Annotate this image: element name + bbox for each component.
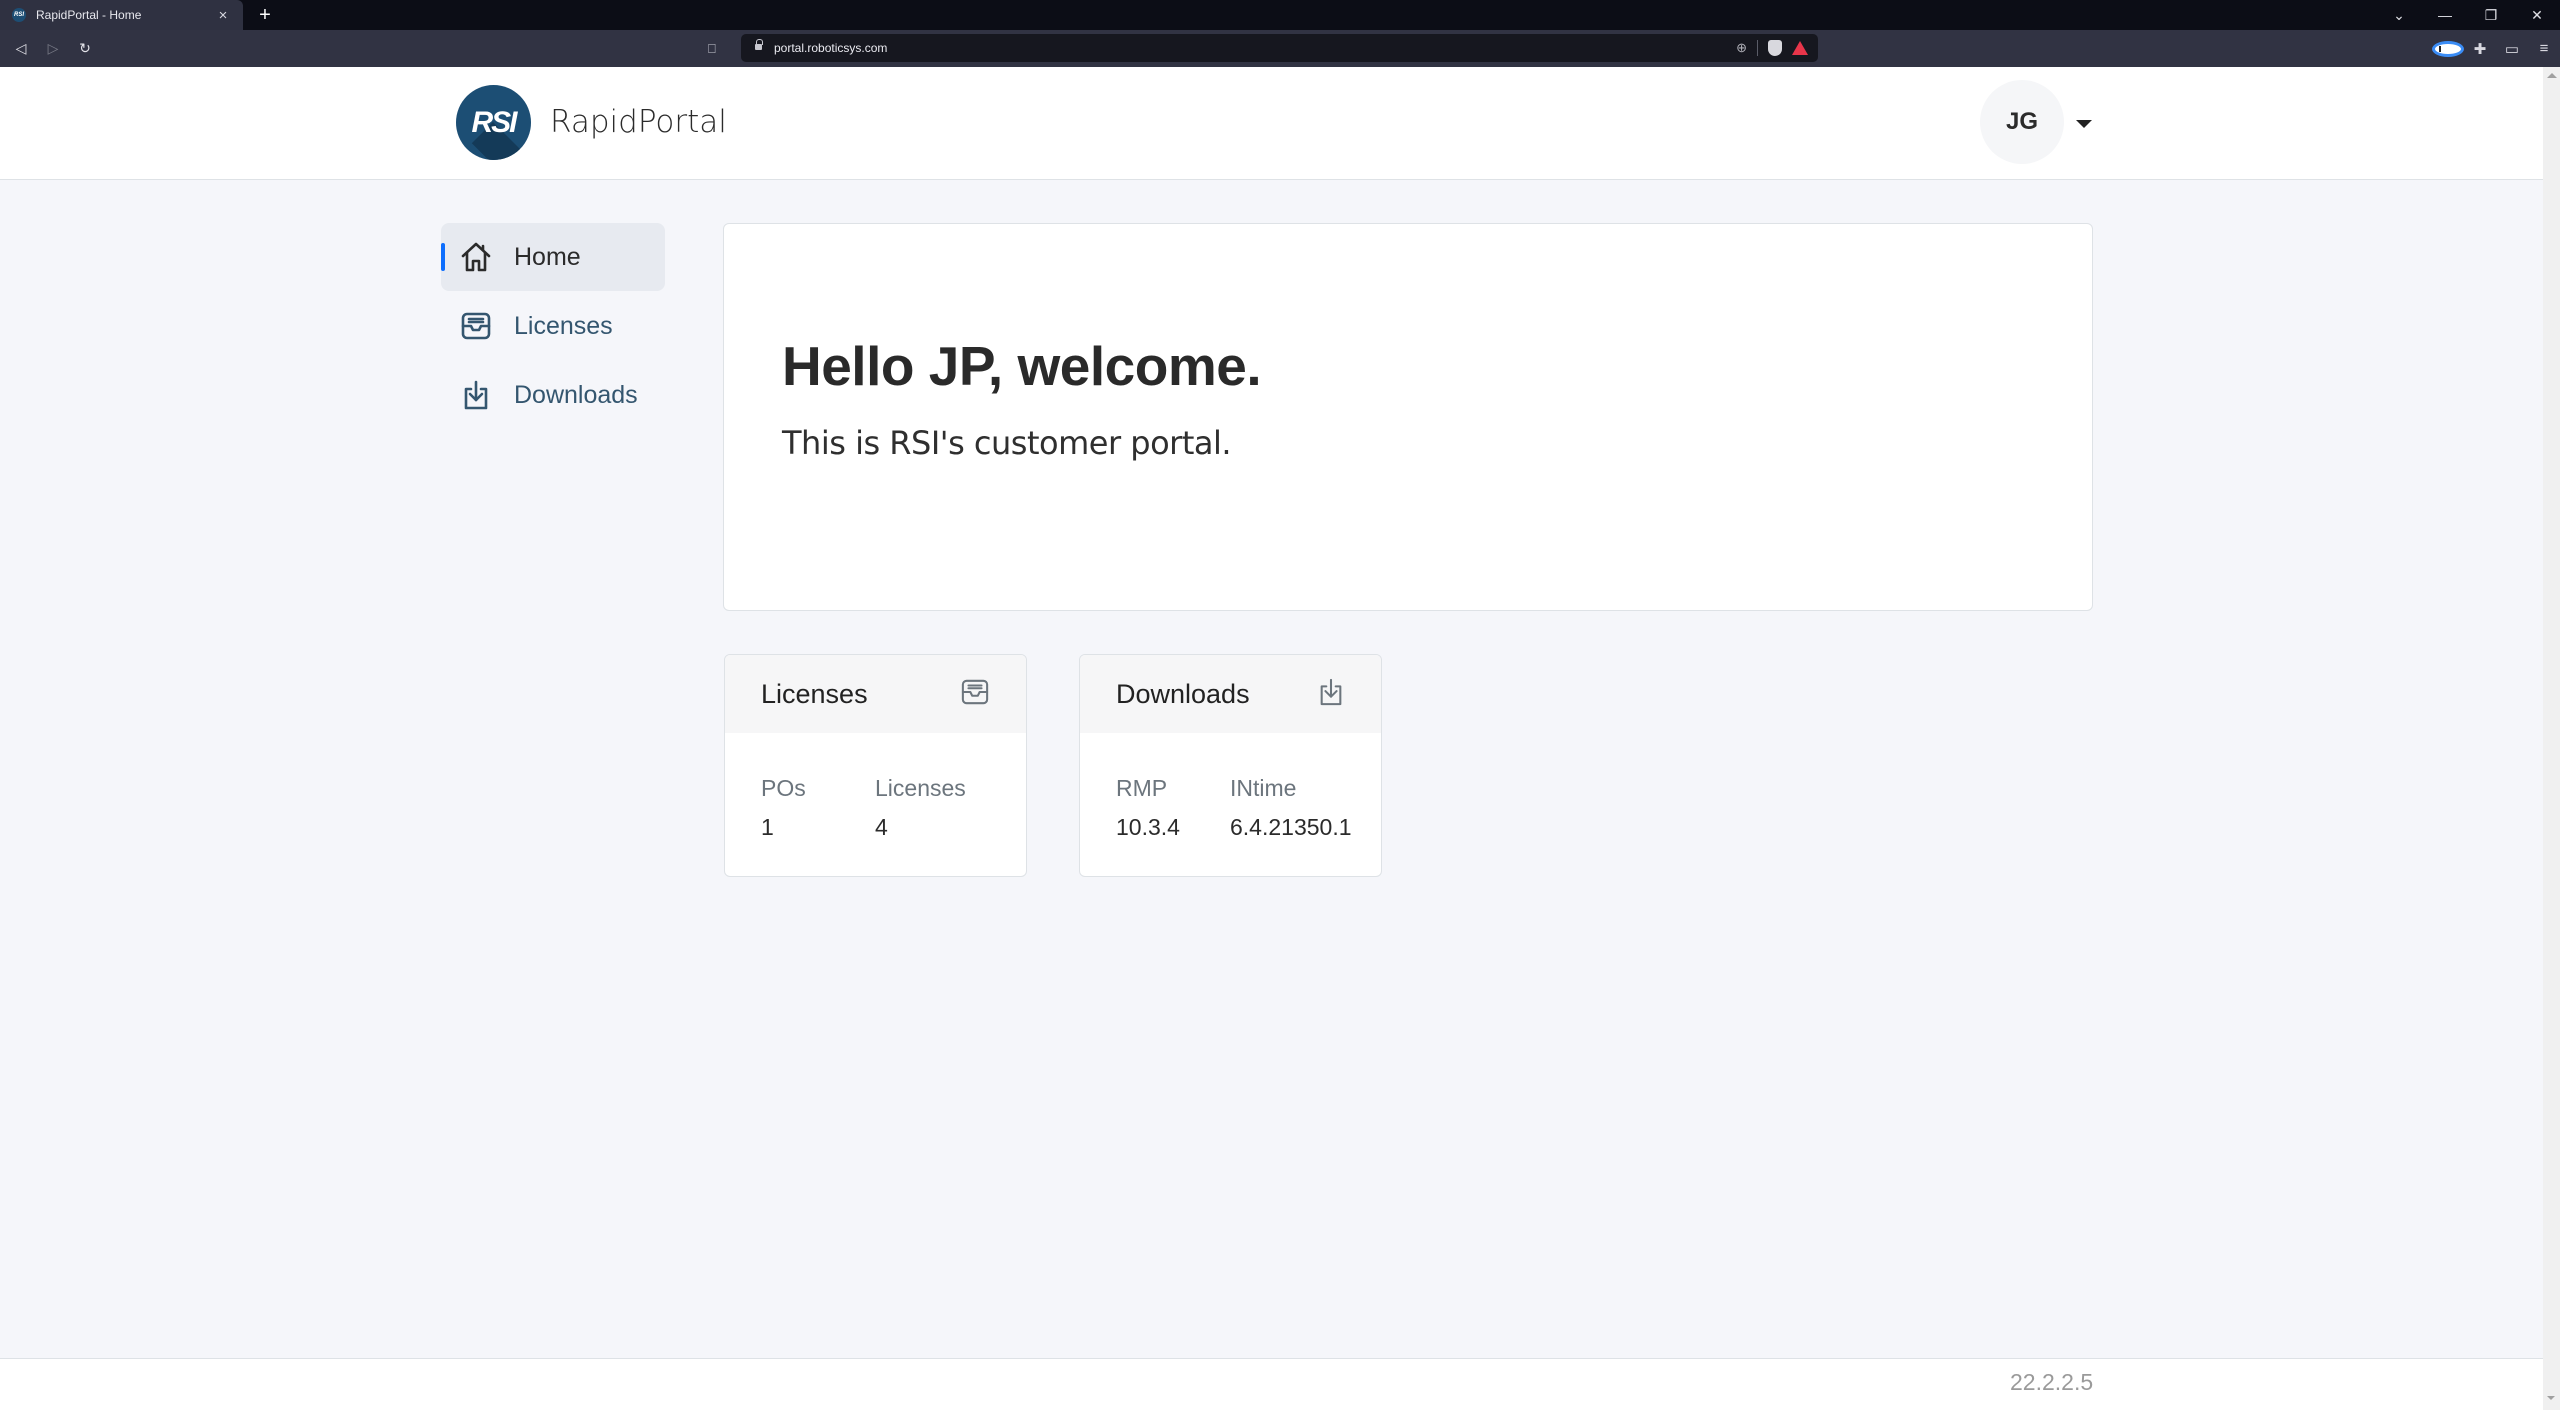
welcome-card: Hello JP, welcome. This is RSI's custome… [723, 223, 2093, 611]
user-avatar[interactable]: JG [1980, 80, 2064, 164]
minimize-button[interactable]: — [2422, 7, 2468, 23]
welcome-title: Hello JP, welcome. [782, 335, 1262, 397]
page: RSI RapidPortal JG Home Licenses Downloa… [0, 67, 2543, 1410]
sidebar-item-label: Licenses [514, 311, 613, 340]
new-tab-button[interactable]: + [254, 2, 276, 28]
extensions-puzzle-icon[interactable]: ✚ [2464, 40, 2496, 58]
download-icon [459, 378, 493, 412]
sidebar-item-label: Home [514, 242, 581, 271]
rsi-favicon-icon: RSI [12, 8, 26, 22]
site-header: RSI RapidPortal JG [0, 67, 2543, 180]
sidebar-item-licenses[interactable]: Licenses [441, 292, 665, 360]
browser-tab-bar: RSI RapidPortal - Home × + ⌄ — ❐ ✕ [0, 0, 2560, 30]
bookmark-icon[interactable]: ⎕ [708, 30, 716, 67]
logo-text: RSI [471, 105, 517, 139]
divider [1757, 40, 1758, 56]
stat-value: 10.3.4 [1116, 814, 1180, 840]
home-icon [459, 240, 493, 274]
tab-title: RapidPortal - Home [36, 8, 142, 22]
sidebar-item-label: Downloads [514, 380, 638, 409]
downloads-card[interactable]: Downloads RMP 10.3.4 INtime 6.4.21350.1 [1079, 654, 1382, 877]
brave-shields-icon[interactable] [1768, 40, 1782, 56]
card-title: Licenses [761, 678, 868, 709]
url-text[interactable]: portal.roboticsys.com [774, 34, 887, 62]
site-footer: 22.2.2.5 [0, 1358, 2543, 1410]
user-menu-caret-icon[interactable] [2076, 120, 2092, 128]
stat-pos: POs 1 [761, 775, 875, 841]
tab-close-icon[interactable]: × [213, 7, 233, 24]
stat-licenses: Licenses 4 [875, 775, 989, 841]
licenses-card[interactable]: Licenses POs 1 Licenses 4 [724, 654, 1027, 877]
browser-toolbar: ◁ ▷ ↻ ⎕ portal.roboticsys.com ⊕ ✚ ▭ ≡ [0, 30, 2560, 67]
app-version: 22.2.2.5 [2010, 1369, 2094, 1395]
browser-tab-active[interactable]: RSI RapidPortal - Home × [0, 0, 243, 30]
password-manager-icon[interactable] [2432, 40, 2464, 58]
sidebar-item-downloads[interactable]: Downloads [441, 361, 665, 429]
zoom-icon[interactable]: ⊕ [1736, 40, 1747, 56]
tab-search-icon[interactable]: ⌄ [2376, 7, 2422, 24]
browser-menu-icon[interactable]: ≡ [2528, 40, 2560, 57]
wallet-icon[interactable]: ▭ [2496, 40, 2528, 58]
restore-button[interactable]: ❐ [2468, 7, 2514, 24]
stat-label: RMP [1116, 775, 1168, 801]
scroll-up-arrow-icon[interactable] [2547, 73, 2557, 78]
card-header: Licenses [725, 655, 1026, 733]
extensions-area: ✚ ▭ ≡ [2432, 30, 2560, 67]
card-title: Downloads [1116, 678, 1250, 709]
sidebar-item-home[interactable]: Home [441, 223, 665, 291]
address-bar-actions: ⊕ [1736, 34, 1808, 62]
forward-button[interactable]: ▷ [40, 30, 66, 67]
stat-value: 4 [875, 814, 888, 840]
address-bar[interactable]: portal.roboticsys.com ⊕ [741, 34, 1818, 62]
card-body: RMP 10.3.4 INtime 6.4.21350.1 [1080, 733, 1381, 841]
stat-intime: INtime 6.4.21350.1 [1230, 775, 1352, 841]
window-controls: ⌄ — ❐ ✕ [2376, 0, 2560, 30]
stat-rmp: RMP 10.3.4 [1116, 775, 1230, 841]
inbox-icon [960, 678, 990, 711]
stat-value: 6.4.21350.1 [1230, 814, 1352, 840]
brave-rewards-icon[interactable] [1792, 41, 1808, 55]
page-scrollbar[interactable] [2543, 67, 2560, 1410]
card-header: Downloads [1080, 655, 1381, 733]
close-window-button[interactable]: ✕ [2514, 7, 2560, 24]
welcome-subtitle: This is RSI's customer portal. [782, 424, 1232, 462]
back-button[interactable]: ◁ [8, 30, 34, 67]
stat-label: INtime [1230, 775, 1297, 801]
scroll-down-arrow-icon[interactable] [2547, 1396, 2555, 1400]
rsi-logo[interactable]: RSI [456, 85, 531, 160]
stat-value: 1 [761, 814, 774, 840]
brand-name[interactable]: RapidPortal [550, 67, 727, 180]
reload-button[interactable]: ↻ [72, 30, 98, 67]
inbox-icon [459, 309, 493, 343]
stat-label: POs [761, 775, 806, 801]
card-body: POs 1 Licenses 4 [725, 733, 1026, 841]
lock-icon[interactable] [755, 39, 763, 52]
stat-label: Licenses [875, 775, 966, 801]
download-icon [1317, 677, 1345, 712]
